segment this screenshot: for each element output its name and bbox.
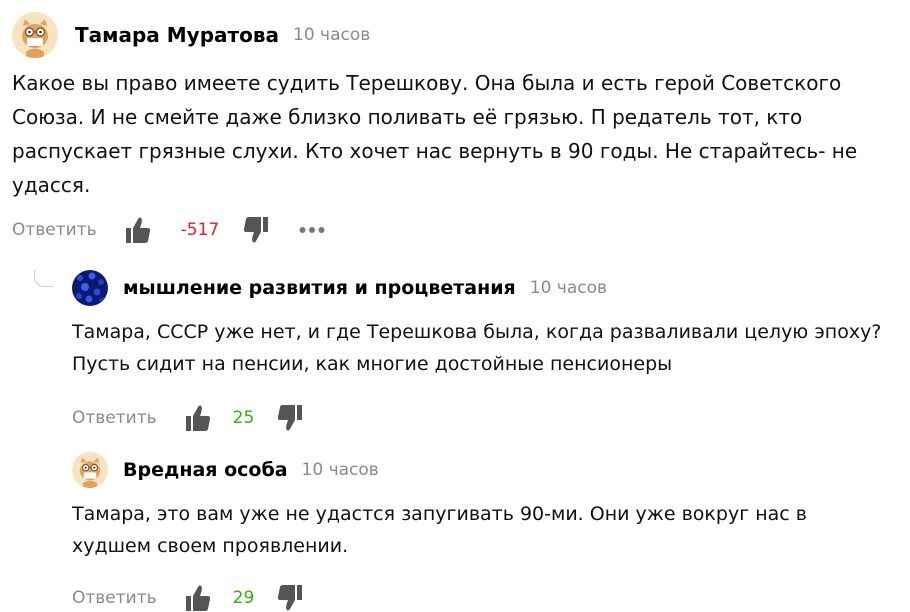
thumbs-up-icon bbox=[125, 217, 150, 243]
thumbs-up-icon bbox=[185, 585, 210, 611]
thumbs-down-icon bbox=[243, 217, 268, 243]
dislike-button[interactable] bbox=[277, 584, 303, 612]
reply-button[interactable]: Ответить bbox=[72, 408, 157, 428]
comment-text: Тамара, СССР уже нет, и где Терешкова бы… bbox=[72, 321, 882, 375]
like-button[interactable] bbox=[185, 404, 211, 432]
reply-comment: мышление развития и процветания 10 часов… bbox=[72, 270, 892, 432]
avatar[interactable] bbox=[12, 12, 58, 58]
comment-header: Вредная особа 10 часов bbox=[72, 452, 892, 488]
vote-score: 29 bbox=[232, 588, 255, 608]
cat-mask-avatar-icon bbox=[12, 12, 58, 58]
avatar[interactable] bbox=[72, 452, 108, 488]
thumbs-down-icon bbox=[277, 405, 302, 431]
dislike-button[interactable] bbox=[243, 216, 269, 244]
more-dots-icon bbox=[299, 227, 325, 233]
comment-time: 10 часов bbox=[293, 25, 371, 45]
like-button[interactable] bbox=[125, 216, 151, 244]
blue-flowers-avatar-icon bbox=[72, 270, 108, 306]
comment-header: Тамара Муратова 10 часов bbox=[12, 12, 902, 58]
comment-time: 10 часов bbox=[301, 460, 379, 480]
avatar[interactable] bbox=[72, 270, 108, 306]
dislike-button[interactable] bbox=[277, 404, 303, 432]
author-name[interactable]: Тамара Муратова bbox=[75, 23, 279, 47]
comment-actions: Ответить -517 bbox=[12, 216, 902, 244]
author-name[interactable]: Вредная особа bbox=[123, 459, 288, 481]
like-button[interactable] bbox=[185, 584, 211, 612]
thumbs-down-icon bbox=[277, 585, 302, 611]
comment: Тамара Муратова 10 часов Какое вы право … bbox=[12, 12, 902, 244]
reply-comment: Вредная особа 10 часов Тамара, это вам у… bbox=[72, 452, 892, 612]
thumbs-up-icon bbox=[185, 405, 210, 431]
cat-mask-avatar-icon bbox=[72, 452, 108, 488]
comment-text: Тамара, это вам уже не удастся запугиват… bbox=[72, 503, 807, 557]
comment-actions: Ответить 29 bbox=[72, 584, 892, 612]
comment-time: 10 часов bbox=[529, 278, 608, 298]
reply-thread-line bbox=[34, 270, 53, 287]
comment-header: мышление развития и процветания 10 часов bbox=[72, 270, 892, 306]
comment-actions: Ответить 25 bbox=[72, 404, 892, 432]
author-name[interactable]: мышление развития и процветания bbox=[123, 277, 516, 299]
more-options-button[interactable] bbox=[299, 226, 325, 234]
reply-button[interactable]: Ответить bbox=[12, 220, 97, 240]
vote-score: 25 bbox=[232, 408, 255, 428]
reply-button[interactable]: Ответить bbox=[72, 588, 157, 608]
vote-score: -517 bbox=[180, 220, 220, 240]
comment-text: Какое вы право имеете судить Терешкову. … bbox=[12, 71, 858, 197]
